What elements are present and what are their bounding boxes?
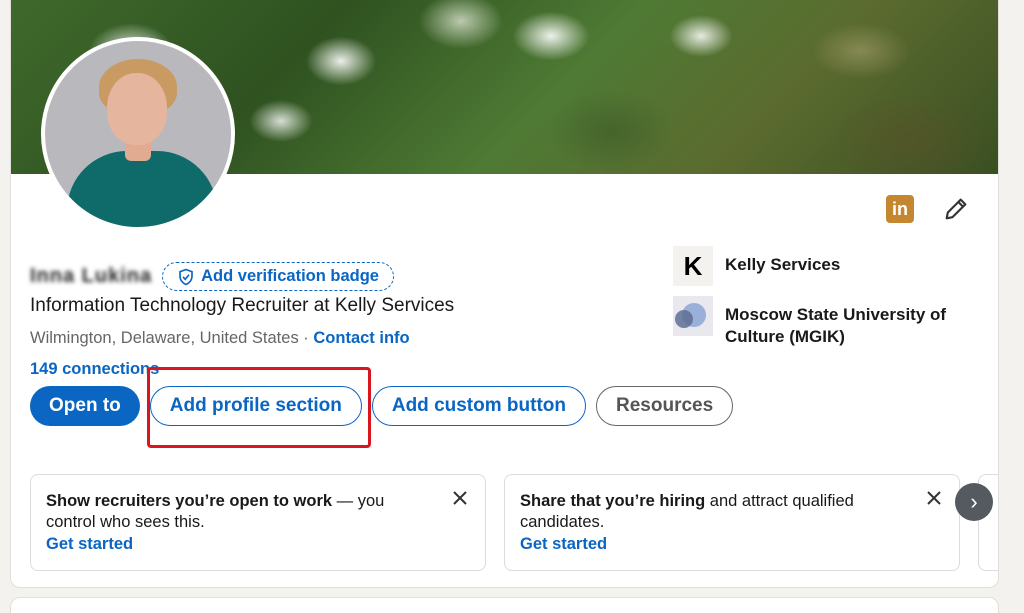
mgik-logo [673, 296, 713, 336]
close-icon[interactable] [925, 489, 943, 507]
connections-link[interactable]: 149 connections [30, 360, 159, 379]
open-to-work-panel: Show recruiters you’re open to work — yo… [30, 474, 486, 571]
shield-check-icon [179, 268, 193, 285]
contact-info-link[interactable]: Contact info [313, 329, 409, 347]
profile-headline: Information Technology Recruiter at Kell… [30, 295, 455, 316]
name-row: Inna Lukina Add verification badge [30, 262, 394, 291]
next-card [10, 597, 999, 613]
suggestion-panels: Show recruiters you’re open to work — yo… [30, 474, 998, 571]
panel-title: Share that you’re hiring [520, 492, 706, 510]
highlight-annotation [147, 367, 371, 448]
close-icon[interactable] [451, 489, 469, 507]
org-name: Kelly Services [725, 255, 841, 274]
get-started-link[interactable]: Get started [520, 534, 909, 555]
kelly-services-logo: K [673, 246, 713, 286]
org-mgik[interactable]: Moscow State University of Culture (MGIK… [673, 296, 965, 348]
location: Wilmington, Delaware, United States [30, 329, 299, 347]
organizations: K Kelly Services Moscow State University… [673, 246, 965, 358]
profile-actions: Open to Add profile section Add custom b… [30, 386, 734, 426]
hiring-panel: Share that you’re hiring and attract qua… [504, 474, 960, 571]
chevron-right-icon[interactable]: › [955, 483, 993, 521]
location-row: Wilmington, Delaware, United States · Co… [30, 329, 410, 348]
profile-name: Inna Lukina [30, 265, 153, 287]
verification-badge-label: Add verification badge [201, 267, 379, 285]
panel-title: Show recruiters you’re open to work [46, 492, 333, 510]
add-verification-badge-button[interactable]: Add verification badge [162, 262, 394, 291]
org-name: Moscow State University of Culture (MGIK… [725, 305, 947, 346]
separator: · [303, 329, 309, 347]
get-started-link[interactable]: Get started [46, 534, 435, 555]
pencil-icon[interactable] [942, 195, 970, 223]
org-kelly-services[interactable]: K Kelly Services [673, 246, 965, 286]
open-to-button[interactable]: Open to [30, 386, 140, 426]
resources-button[interactable]: Resources [596, 386, 734, 426]
profile-photo[interactable] [41, 37, 235, 231]
top-actions: in [886, 195, 970, 223]
add-custom-button-button[interactable]: Add custom button [371, 386, 586, 426]
linkedin-icon[interactable]: in [886, 195, 914, 223]
